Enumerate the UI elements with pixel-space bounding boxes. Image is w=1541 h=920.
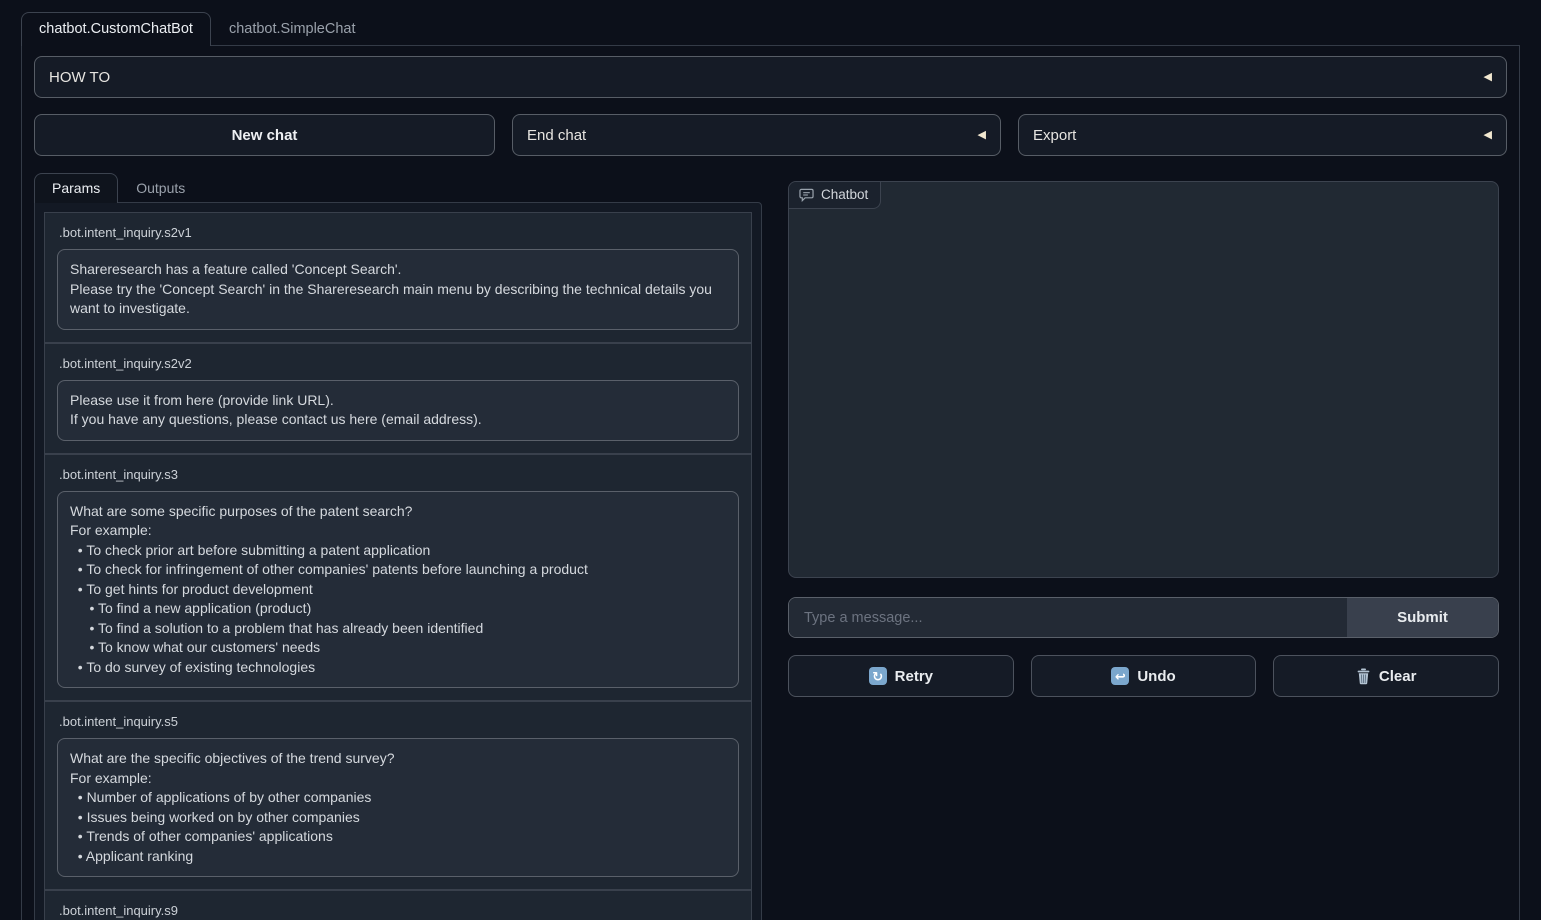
chatbot-panel-label: Chatbot (789, 182, 881, 209)
top-tab-bar: chatbot.CustomChatBot chatbot.SimpleChat (21, 12, 1520, 46)
param-textbox[interactable]: What are some specific purposes of the p… (57, 491, 739, 689)
param-block-s3: .bot.intent_inquiry.s3 What are some spe… (44, 454, 752, 702)
message-input[interactable] (789, 598, 1347, 637)
collapse-arrow-icon: ◀ (1484, 130, 1492, 141)
tab-params[interactable]: Params (34, 173, 118, 203)
toolbar-row: New chat End chat ◀ Export ◀ (34, 114, 1507, 156)
tab-chatbot-simplechat[interactable]: chatbot.SimpleChat (211, 12, 374, 46)
tab-chatbot-customchatbot[interactable]: chatbot.CustomChatBot (21, 12, 211, 46)
end-chat-accordion[interactable]: End chat ◀ (512, 114, 1001, 156)
clear-icon (1356, 668, 1371, 685)
app-root: chatbot.CustomChatBot chatbot.SimpleChat… (0, 0, 1541, 920)
clear-label: Clear (1379, 668, 1417, 685)
howto-accordion-label: HOW TO (49, 69, 110, 86)
undo-label: Undo (1137, 668, 1175, 685)
howto-accordion[interactable]: HOW TO ◀ (34, 56, 1507, 98)
chatbot-label-text: Chatbot (821, 187, 868, 202)
new-chat-button[interactable]: New chat (34, 114, 495, 156)
param-textbox[interactable]: Shareresearch has a feature called 'Conc… (57, 249, 739, 330)
submit-button[interactable]: Submit (1347, 598, 1498, 637)
undo-icon: ↩ (1111, 667, 1129, 685)
chat-actions-row: ↻ Retry ↩ Undo (788, 655, 1499, 697)
tab-outputs[interactable]: Outputs (118, 173, 203, 203)
main-row: Params Outputs .bot.intent_inquiry.s2v1 … (34, 173, 1507, 920)
param-label: .bot.intent_inquiry.s3 (57, 463, 739, 491)
retry-label: Retry (895, 668, 933, 685)
param-label: .bot.intent_inquiry.s2v1 (57, 221, 739, 249)
collapse-arrow-icon: ◀ (1484, 72, 1492, 83)
param-block-s2v2: .bot.intent_inquiry.s2v2 Please use it f… (44, 343, 752, 454)
message-row: Submit (788, 597, 1499, 638)
retry-button[interactable]: ↻ Retry (788, 655, 1014, 697)
left-tab-bar: Params Outputs (34, 173, 762, 203)
export-accordion[interactable]: Export ◀ (1018, 114, 1507, 156)
end-chat-label: End chat (527, 127, 586, 144)
param-label: .bot.intent_inquiry.s5 (57, 710, 739, 738)
tab-content: HOW TO ◀ New chat End chat ◀ Export ◀ Pa… (21, 45, 1520, 920)
clear-button[interactable]: Clear (1273, 655, 1499, 697)
chatbot-panel: Chatbot (788, 181, 1499, 578)
chat-bubble-icon (799, 188, 814, 202)
undo-button[interactable]: ↩ Undo (1031, 655, 1257, 697)
param-block-s5: .bot.intent_inquiry.s5 What are the spec… (44, 701, 752, 890)
param-label: .bot.intent_inquiry.s2v2 (57, 352, 739, 380)
left-column: Params Outputs .bot.intent_inquiry.s2v1 … (34, 173, 762, 920)
right-column: Chatbot Submit ↻ Retry ↩ Undo (788, 181, 1499, 920)
retry-icon: ↻ (869, 667, 887, 685)
param-textbox[interactable]: Please use it from here (provide link UR… (57, 380, 739, 441)
param-label: .bot.intent_inquiry.s9 (57, 899, 739, 920)
param-block-s2v1: .bot.intent_inquiry.s2v1 Shareresearch h… (44, 212, 752, 343)
params-panel: .bot.intent_inquiry.s2v1 Shareresearch h… (34, 202, 762, 920)
collapse-arrow-icon: ◀ (978, 130, 986, 141)
param-block-s9: .bot.intent_inquiry.s9 (44, 890, 752, 920)
param-textbox[interactable]: What are the specific objectives of the … (57, 738, 739, 877)
export-label: Export (1033, 127, 1076, 144)
